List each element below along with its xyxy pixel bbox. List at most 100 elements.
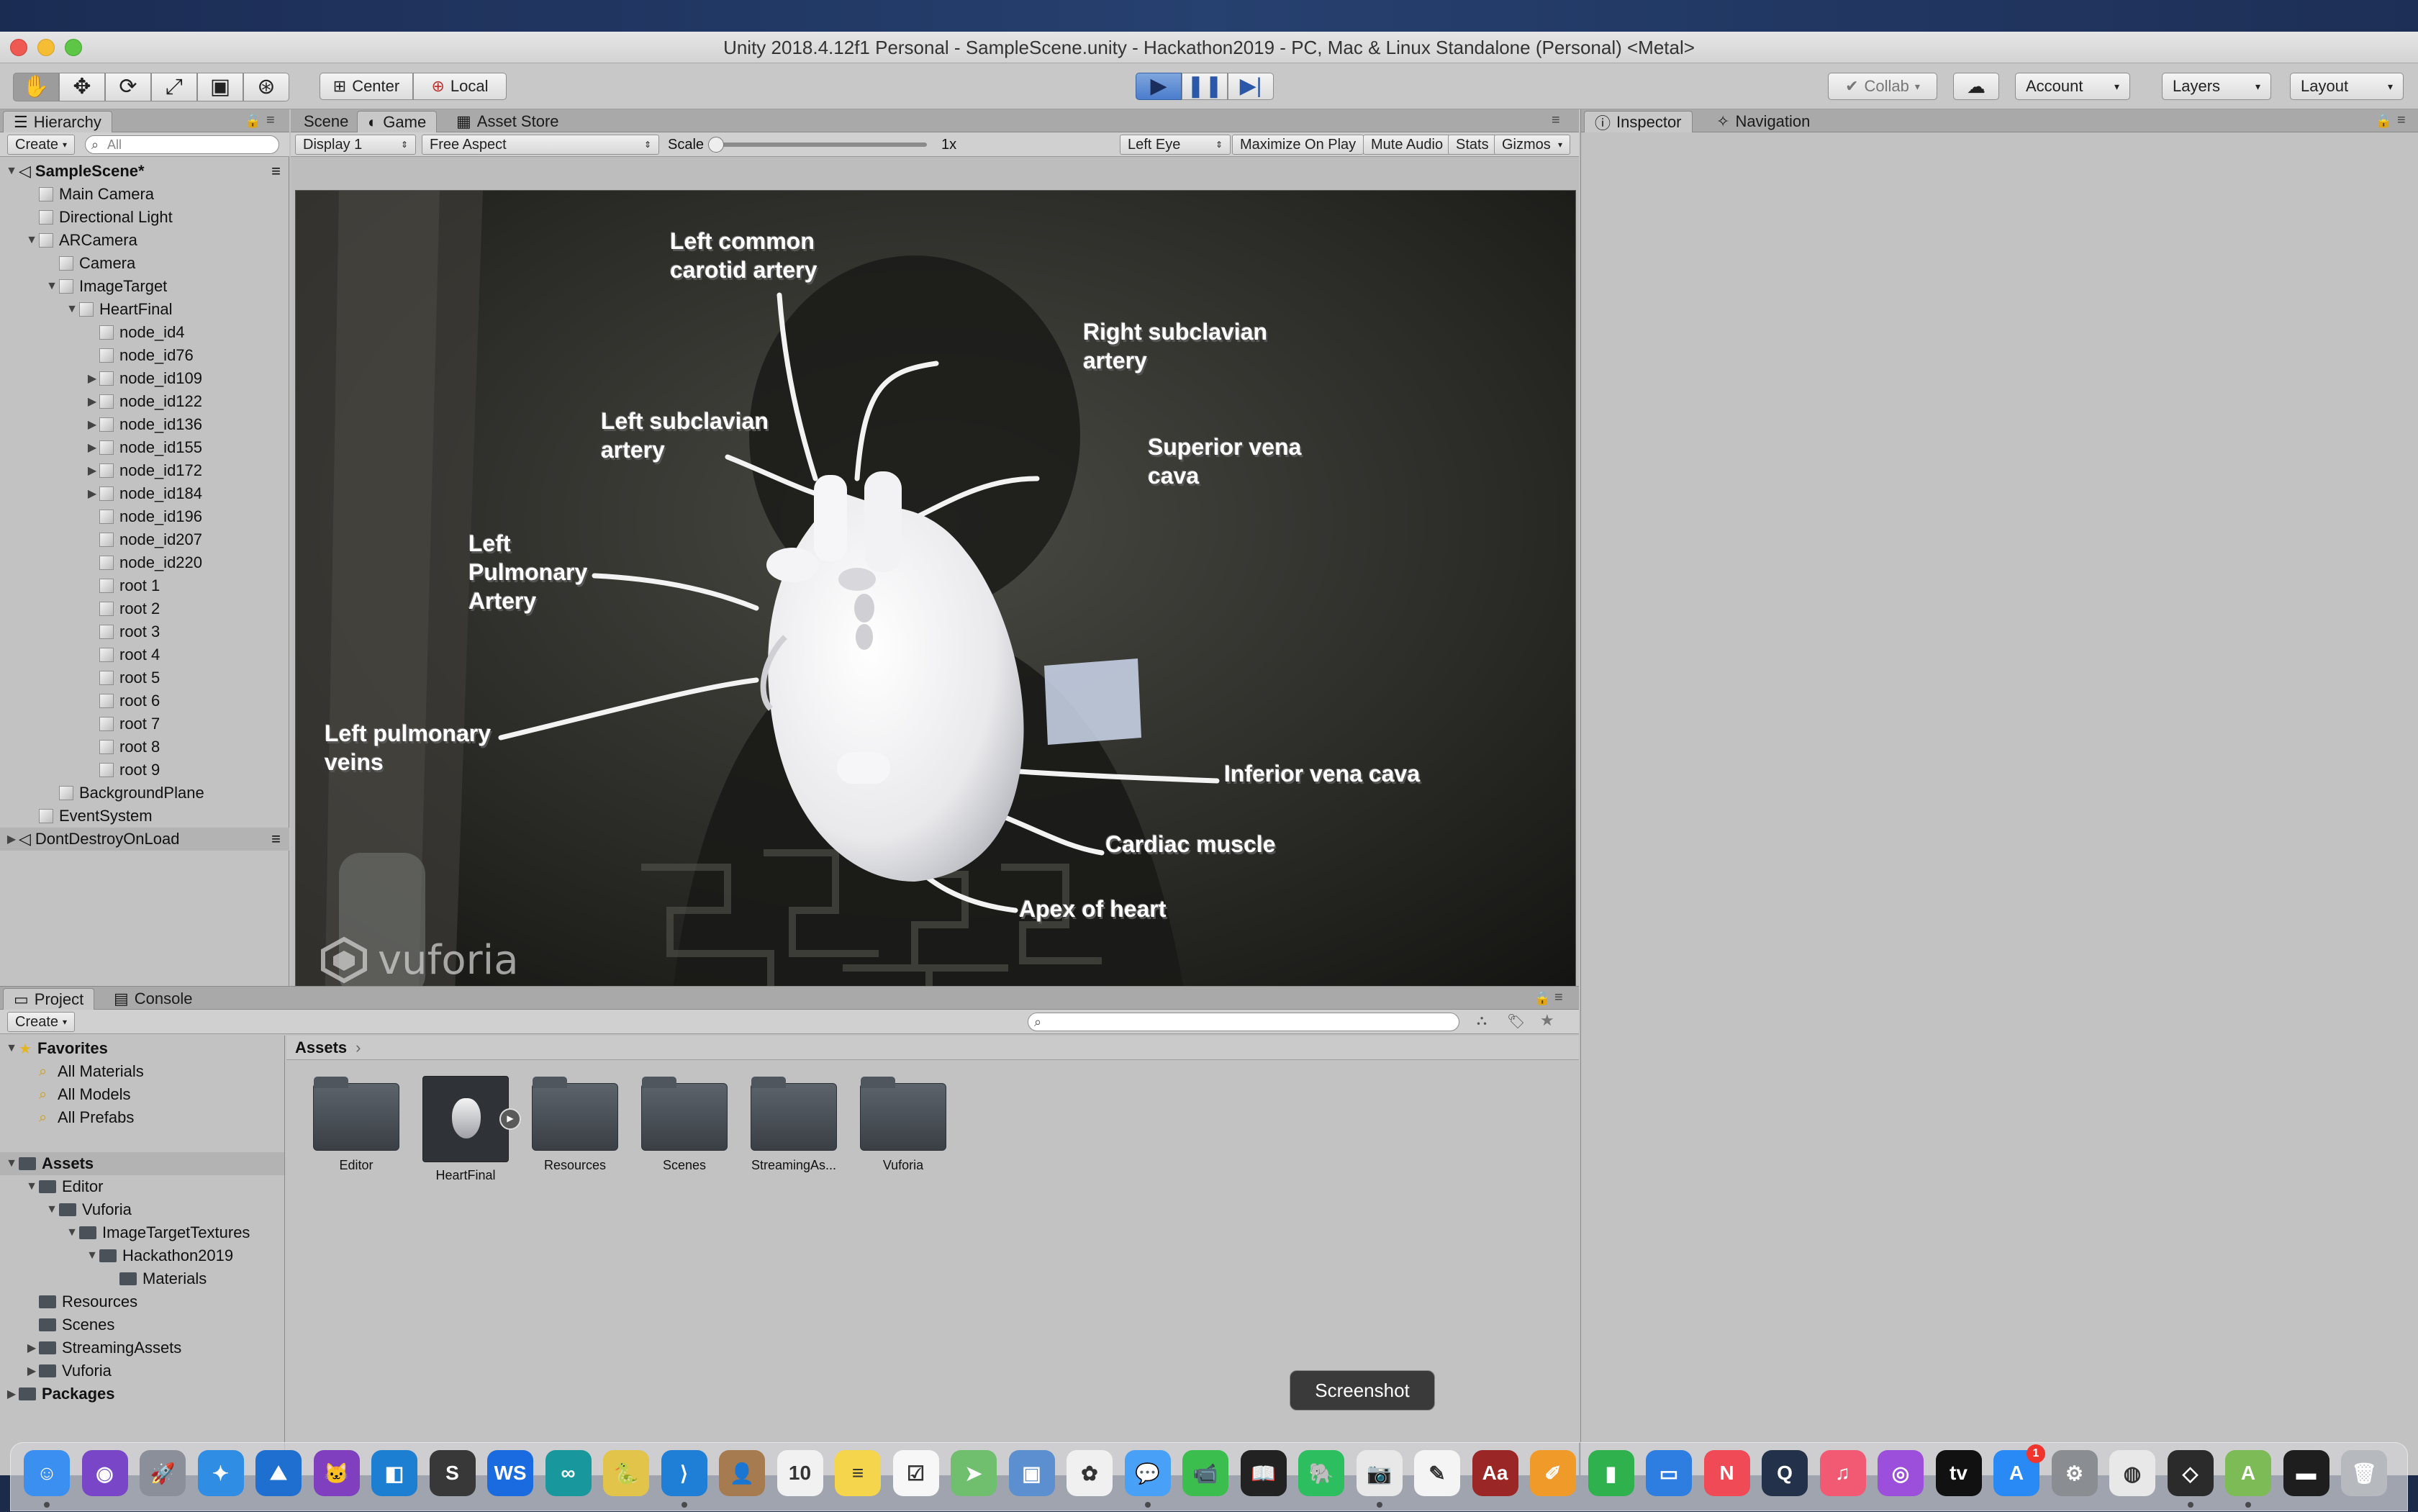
contacts-icon[interactable]: 👤 [719,1450,765,1496]
play-button[interactable]: ▶ [1136,73,1182,100]
project-tree-item[interactable]: ▼ Vuforia [0,1198,284,1221]
expand-arrow-icon[interactable]: ▼ [24,1180,39,1193]
project-tree-item[interactable]: Materials [0,1267,284,1290]
asset-item[interactable]: StreamingAs... [740,1077,848,1227]
asset-item[interactable]: Resources [521,1077,629,1227]
project-tree-item[interactable]: ▼ ★ Favorites [0,1037,284,1060]
quicktime-icon[interactable]: Q [1762,1450,1808,1496]
hierarchy-item[interactable]: root 9 [0,759,289,782]
hierarchy-item[interactable]: node_id76 [0,344,289,367]
safari-icon[interactable]: ✦ [197,1450,244,1496]
lock-icon[interactable]: 🔒 [2376,114,2391,129]
hierarchy-item[interactable]: root 4 [0,643,289,666]
lock-icon[interactable]: 🔒 [1534,991,1550,1006]
tab-console[interactable]: ▤ Console [104,988,203,1010]
podcasts-icon[interactable]: ◎ [1878,1450,1924,1496]
aspect-dropdown[interactable]: Free Aspect ⇕ [422,135,659,155]
siri-icon[interactable]: ◉ [81,1450,128,1496]
hierarchy-item[interactable]: ▼ HeartFinal [0,298,289,321]
project-tree-item[interactable]: ▼ Hackathon2019 [0,1244,284,1267]
reminders-icon[interactable]: ☑ [892,1450,939,1496]
tab-navigation[interactable]: ✧ Navigation [1706,111,1820,132]
scale-slider[interactable] [708,137,928,153]
hand-tool-button[interactable]: ✋ [13,73,59,101]
project-tree-item[interactable]: ▶ Packages [0,1382,284,1405]
expand-arrow-icon[interactable]: ▶ [85,440,99,455]
hierarchy-item[interactable]: root 7 [0,712,289,735]
move-tool-button[interactable]: ✥ [59,73,105,101]
sublime-text-icon[interactable]: S [429,1450,476,1496]
terminal-icon[interactable]: ▬ [2283,1450,2329,1496]
news-icon[interactable]: N [1703,1450,1750,1496]
launchpad-icon[interactable]: 🚀 [140,1450,186,1496]
hierarchy-item[interactable]: ▶ node_id122 [0,390,289,413]
hierarchy-item[interactable]: root 1 [0,574,289,597]
asset-item[interactable]: Vuforia [849,1077,957,1227]
arduino-icon[interactable]: ∞ [545,1450,592,1496]
zoom-window-button[interactable] [65,39,82,56]
scale-slider-thumb[interactable] [708,137,725,153]
expand-arrow-icon[interactable]: ▶ [85,394,99,409]
hierarchy-item[interactable]: ▶ ◁ DontDestroyOnLoad ≡ [0,828,289,851]
tab-game[interactable]: ◐ Game [357,111,438,132]
expand-arrow-icon[interactable]: ▼ [4,1042,19,1055]
maximize-on-play-toggle[interactable]: Maximize On Play [1232,135,1364,155]
asset-item[interactable]: ▶ HeartFinal [412,1076,521,1227]
music-icon[interactable]: ♫ [1819,1450,1866,1496]
expand-arrow-icon[interactable]: ▶ [85,486,99,501]
expand-arrow-icon[interactable]: ▶ [24,1364,39,1378]
hierarchy-item[interactable]: Main Camera [0,183,289,206]
expand-arrow-icon[interactable]: ▼ [65,303,79,316]
system-preferences-icon[interactable]: ⚙ [2051,1450,2098,1496]
project-search-input[interactable]: ⌕ [1028,1013,1459,1031]
trash-icon[interactable]: 🗑 [2341,1450,2387,1496]
keynote-icon[interactable]: ▭ [1646,1450,1692,1496]
screenshot-icon[interactable]: 📷 [1356,1450,1403,1508]
tab-project[interactable]: ▭ Project [3,988,95,1010]
project-tree-item[interactable]: Resources [0,1290,284,1313]
project-tree-item[interactable]: ▼ Assets [0,1152,284,1175]
panel-menu-icon[interactable]: ≡ [266,112,275,129]
create-dropdown[interactable]: Create ▾ [7,135,76,155]
step-button[interactable]: ▶| [1228,73,1274,100]
expand-arrow-icon[interactable]: ▶ [24,1341,39,1355]
hierarchy-item[interactable]: BackgroundPlane [0,782,289,805]
account-dropdown[interactable]: Account ▾ [2015,73,2130,100]
expand-arrow-icon[interactable]: ▼ [45,280,59,293]
sourcetree-icon[interactable]: ⛰ [255,1450,302,1496]
notes-icon[interactable]: ≡ [835,1450,881,1496]
pivot-toggle[interactable]: ⊞ Center [320,73,413,100]
hierarchy-item[interactable]: ▼ ARCamera [0,229,289,252]
chrome-icon[interactable]: ◍ [2109,1450,2155,1496]
lock-icon[interactable]: 🔒 [245,114,261,129]
evernote-icon[interactable]: 🐘 [1298,1450,1344,1496]
hierarchy-item[interactable]: root 2 [0,597,289,620]
expand-arrow-icon[interactable]: ▼ [24,234,39,247]
project-tree-item[interactable]: ▼ ImageTargetTextures [0,1221,284,1244]
expand-prefab-icon[interactable]: ▶ [499,1108,521,1130]
panel-menu-icon[interactable]: ≡ [2397,112,2406,129]
tab-hierarchy[interactable]: ☰ Hierarchy [3,111,112,132]
stats-toggle[interactable]: Stats [1448,135,1497,155]
hierarchy-item[interactable]: ▶ node_id172 [0,459,289,482]
preview-icon[interactable]: ▣ [1008,1450,1055,1496]
project-create-dropdown[interactable]: Create ▾ [7,1012,76,1032]
breadcrumb-assets[interactable]: Assets [295,1038,347,1057]
hierarchy-item[interactable]: root 8 [0,735,289,759]
expand-arrow-icon[interactable]: ▶ [4,832,19,846]
hierarchy-item[interactable]: root 3 [0,620,289,643]
github-desktop-icon[interactable]: 🐱 [313,1450,360,1496]
app-store-icon[interactable]: A1 [1993,1444,2045,1496]
project-tree-item[interactable]: ⌕ All Prefabs [0,1106,284,1129]
rotate-tool-button[interactable]: ⟳ [105,73,151,101]
expand-arrow-icon[interactable]: ▼ [4,1157,19,1170]
cloud-button[interactable]: ☁ [1953,73,1999,100]
transform-tool-button[interactable]: ⊛ [243,73,289,101]
hierarchy-item[interactable]: root 5 [0,666,289,689]
layout-dropdown[interactable]: Layout ▾ [2290,73,2404,100]
eye-dropdown[interactable]: Left Eye ⇕ [1120,135,1231,155]
kindle-icon[interactable]: 📖 [1240,1450,1287,1496]
vscode-icon[interactable]: ⟩ [661,1450,707,1508]
project-tree-item[interactable]: ▼ Editor [0,1175,284,1198]
expand-arrow-icon[interactable]: ▶ [85,371,99,386]
